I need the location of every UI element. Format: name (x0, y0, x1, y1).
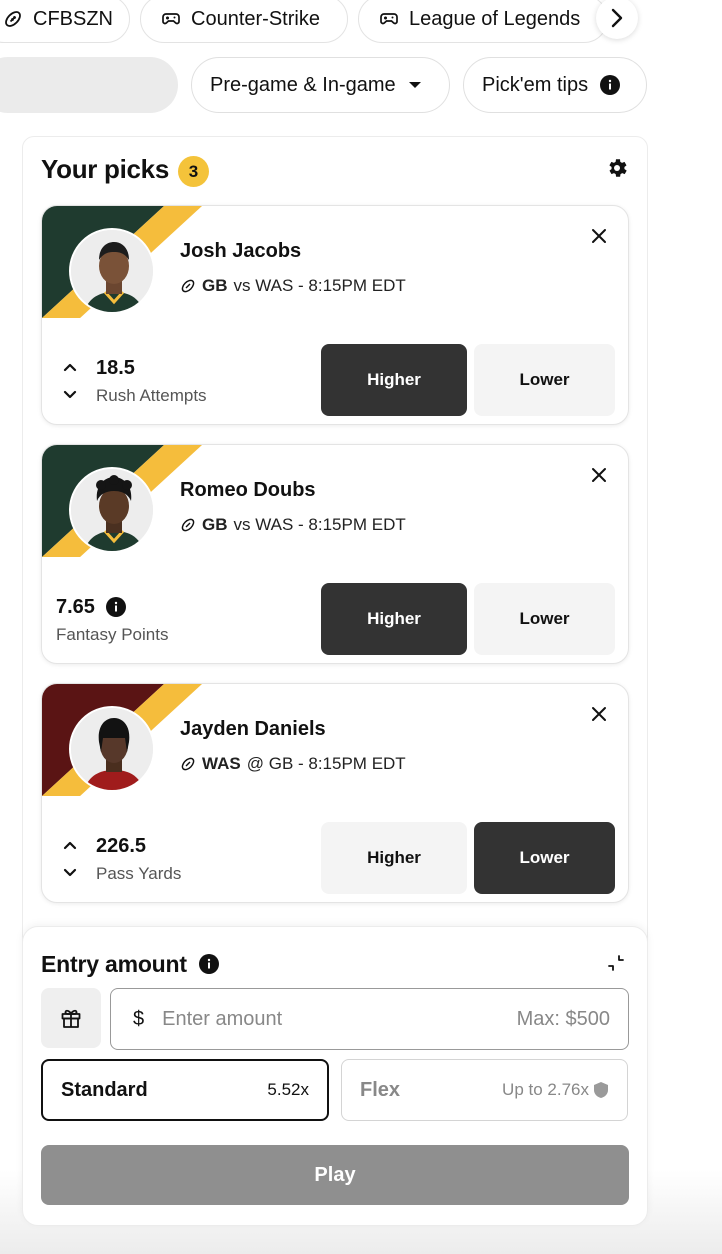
football-icon (181, 279, 195, 293)
gear-icon[interactable] (605, 156, 629, 180)
standard-mode-option[interactable]: Standard 5.52x (41, 1059, 329, 1121)
pickem-tips-button[interactable]: Pick'em tips (463, 57, 647, 113)
pick-card: Romeo Doubs GB vs WAS - 8:15PM EDT 7.65 … (41, 444, 629, 664)
stat-label: Rush Attempts (96, 386, 207, 405)
caret-down-icon (408, 82, 421, 88)
higher-button[interactable]: Higher (321, 344, 467, 416)
game-time-label: Pre-game & In-game (210, 73, 396, 96)
chip-cfbszn[interactable]: CFBSZN (0, 0, 130, 43)
standard-multiplier: 5.52x (267, 1080, 309, 1099)
picks-title: Your picks (41, 154, 170, 184)
info-icon[interactable] (199, 954, 219, 974)
gamepad-icon (380, 13, 398, 25)
player-name: Jayden Daniels (180, 718, 326, 740)
game-info: vs WAS - 8:15PM EDT (233, 276, 406, 295)
stat-label: Fantasy Points (56, 625, 169, 644)
chip-label: League of Legends (409, 7, 581, 30)
stat-label: Pass Yards (96, 864, 182, 883)
player-photo (69, 467, 155, 553)
close-icon[interactable] (589, 226, 609, 246)
team-abbr: WAS (202, 754, 241, 773)
matchup: GB vs WAS - 8:15PM EDT (180, 276, 406, 296)
chip-label: CFBSZN (33, 7, 113, 30)
chip-label: Counter-Strike (191, 7, 320, 30)
player-photo (69, 706, 155, 792)
football-icon (5, 11, 21, 27)
currency-symbol: $ (133, 1007, 145, 1030)
stat-line: 226.5 (96, 835, 147, 857)
close-icon[interactable] (589, 465, 609, 485)
lower-button[interactable]: Lower (474, 822, 615, 894)
player-name: Romeo Doubs (180, 479, 316, 501)
scroll-right-button[interactable] (596, 0, 638, 39)
lower-button[interactable]: Lower (474, 583, 615, 655)
info-icon[interactable] (106, 597, 126, 617)
lower-button[interactable]: Lower (474, 344, 615, 416)
pickem-tips-label: Pick'em tips (482, 73, 589, 96)
player-name: Josh Jacobs (180, 240, 302, 262)
game-info: @ GB - 8:15PM EDT (246, 754, 406, 773)
chip-league-of-legends[interactable]: League of Legends (358, 0, 608, 43)
game-info: vs WAS - 8:15PM EDT (233, 515, 406, 534)
search-bar[interactable] (0, 57, 178, 113)
matchup: WAS @ GB - 8:15PM EDT (180, 754, 406, 774)
max-amount: Max: $500 (516, 1007, 610, 1030)
team-abbr: GB (202, 276, 228, 295)
flex-multiplier-group: Up to 2.76x (502, 1080, 609, 1100)
flex-mode-option[interactable]: Flex Up to 2.76x (341, 1059, 628, 1121)
gift-button[interactable] (41, 988, 101, 1048)
picks-count-badge: 3 (178, 156, 209, 187)
higher-button[interactable]: Higher (321, 583, 467, 655)
matchup: GB vs WAS - 8:15PM EDT (180, 515, 406, 535)
entry-amount-field[interactable]: $ Max: $500 (110, 988, 629, 1050)
line-adjust-arrows-icon[interactable] (60, 838, 80, 880)
flex-multiplier: Up to 2.76x (502, 1080, 589, 1099)
standard-label: Standard (61, 1078, 148, 1101)
play-button[interactable]: Play (41, 1145, 629, 1205)
chevron-right-icon (611, 8, 623, 28)
info-icon (600, 75, 621, 95)
amount-input[interactable] (162, 1007, 517, 1031)
gamepad-icon (162, 13, 180, 25)
collapse-icon[interactable] (607, 954, 625, 972)
team-abbr: GB (202, 515, 228, 534)
gift-icon (61, 1009, 81, 1028)
chip-counter-strike[interactable]: Counter-Strike (140, 0, 348, 43)
entry-title: Entry amount (41, 951, 187, 977)
football-icon (181, 518, 195, 532)
close-icon[interactable] (589, 704, 609, 724)
shield-icon (594, 1082, 608, 1098)
flex-label: Flex (360, 1078, 401, 1101)
player-photo (69, 228, 155, 314)
stat-line: 7.65 (56, 596, 95, 618)
line-adjust-arrows-icon[interactable] (60, 360, 80, 402)
game-time-dropdown[interactable]: Pre-game & In-game (191, 57, 450, 113)
pick-card: Josh Jacobs GB vs WAS - 8:15PM EDT 18.5 … (41, 205, 629, 425)
stat-line: 18.5 (96, 357, 135, 379)
higher-button[interactable]: Higher (321, 822, 467, 894)
pick-card: Jayden Daniels WAS @ GB - 8:15PM EDT 226… (41, 683, 629, 903)
football-icon (181, 757, 195, 771)
